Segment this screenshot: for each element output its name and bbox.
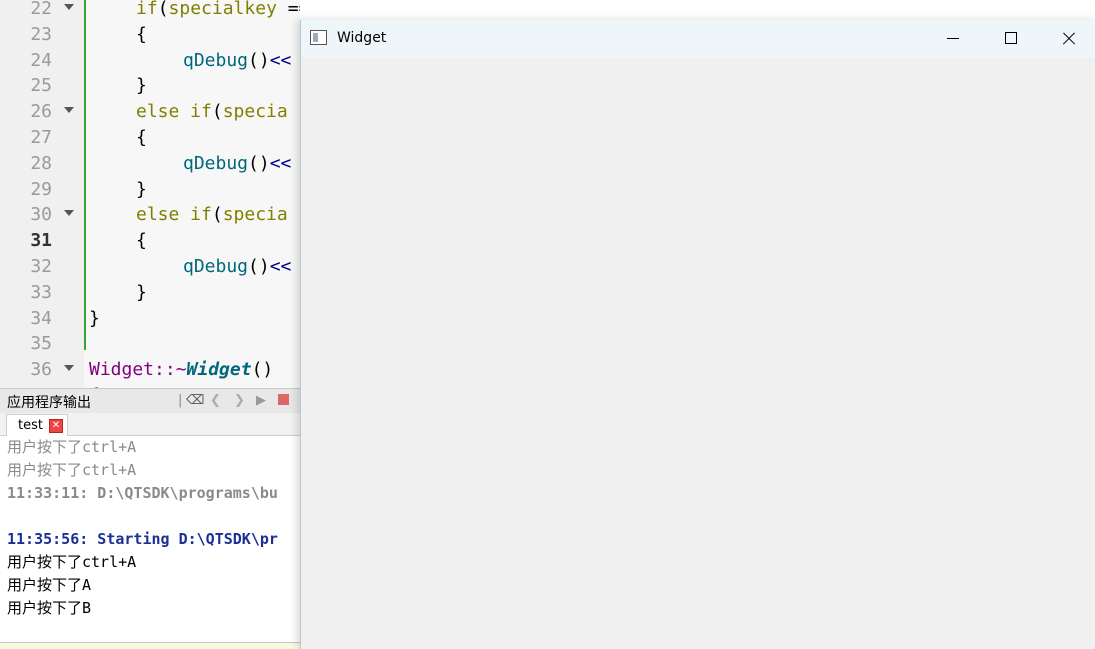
code-line[interactable]: 23 { (0, 22, 300, 48)
code-line[interactable]: 30 else if(specia (0, 202, 300, 228)
line-number: 26 (30, 101, 52, 123)
output-line: 用户按下了ctrl+A (7, 438, 137, 456)
line-number: 31 (30, 230, 52, 252)
code-line[interactable]: 22 if(specialkey == Qt::ControlModifier &… (0, 0, 300, 22)
code-line[interactable]: 24 qDebug()<< (0, 48, 300, 74)
close-window-button[interactable] (1039, 20, 1095, 58)
code-text: Widget::~Widget() (89, 359, 274, 381)
maximize-button[interactable] (981, 20, 1039, 58)
output-tab-bar: test ✕ (0, 413, 300, 436)
code-text: qDebug()<< (183, 49, 292, 71)
line-number: 22 (30, 0, 52, 19)
close-icon[interactable]: ✕ (48, 418, 63, 433)
window-titlebar[interactable]: Widget (301, 20, 1095, 58)
code-text: { (136, 230, 147, 252)
fold-arrow-icon[interactable] (64, 365, 74, 372)
line-number: 32 (30, 256, 52, 277)
code-text: qDebug()<< (183, 152, 292, 174)
code-text: else if(specia (136, 204, 288, 226)
separator-icon: | (178, 393, 183, 408)
tab-label: test (18, 418, 43, 433)
line-number: 34 (30, 307, 52, 329)
line-number: 25 (30, 75, 52, 97)
code-text: } (136, 75, 147, 97)
code-line[interactable]: 36 Widget::~Widget() (0, 357, 300, 383)
previous-icon[interactable]: ❮ (210, 393, 221, 408)
run-icon[interactable]: ▶ (256, 393, 266, 408)
code-text: } (136, 178, 147, 200)
code-line[interactable]: 29} (0, 177, 300, 203)
status-strip (0, 643, 300, 649)
code-text: } (136, 281, 147, 303)
output-line: 11:33:11: D:\QTSDK\programs\bu (7, 484, 278, 502)
tab-test[interactable]: test ✕ (6, 414, 68, 436)
code-line[interactable]: 33} (0, 280, 300, 306)
line-number: 27 (30, 127, 52, 148)
fold-arrow-icon[interactable] (64, 210, 74, 217)
output-log[interactable]: 用户按下了ctrl+A 用户按下了ctrl+A 11:33:11: D:\QTSDK… (0, 436, 300, 643)
code-editor[interactable]: 22 if(specialkey == Qt::ControlModifier &… (0, 0, 300, 388)
window-client-area[interactable] (301, 58, 1095, 649)
output-panel-header: 应用程序输出 | ⌫ ❮ ❯ ▶ (0, 388, 300, 414)
code-line[interactable]: 34} (0, 306, 300, 332)
code-text: } (89, 307, 100, 329)
line-number: 36 (30, 359, 52, 381)
code-line[interactable]: 32 qDebug()<< (0, 254, 300, 280)
output-line: 用户按下了ctrl+A (7, 553, 137, 571)
code-text: { (136, 127, 147, 148)
window-title: Widget (337, 30, 387, 46)
line-number: 23 (30, 23, 52, 45)
code-line[interactable]: 31 { (0, 228, 300, 254)
window-app-icon (310, 30, 327, 45)
code-line[interactable]: 27 { (0, 125, 300, 151)
line-number: 29 (30, 178, 52, 200)
clear-output-icon[interactable]: ⌫ (186, 393, 204, 408)
output-line: 用户按下了A (7, 576, 92, 594)
fold-arrow-icon[interactable] (64, 4, 74, 10)
output-panel-title: 应用程序输出 (7, 395, 91, 411)
fold-arrow-icon[interactable] (64, 107, 74, 114)
output-line: 用户按下了ctrl+A (7, 461, 137, 479)
line-number: 33 (30, 281, 52, 303)
code-text: { (136, 23, 147, 45)
code-line[interactable]: 28 qDebug()<< (0, 151, 300, 177)
next-icon[interactable]: ❯ (234, 393, 245, 408)
code-text: qDebug()<< (183, 256, 292, 277)
line-number: 24 (30, 49, 52, 71)
line-number: 30 (30, 204, 52, 226)
widget-window[interactable]: Widget (300, 20, 1095, 649)
line-number: 28 (30, 152, 52, 174)
output-line: 用户按下了B (7, 599, 92, 617)
code-text: else if(specia (136, 101, 288, 123)
code-line[interactable]: 26 else if(specia (0, 99, 300, 125)
code-line[interactable]: 25} (0, 73, 300, 99)
line-number: 35 (30, 333, 52, 355)
minimize-button[interactable] (923, 20, 981, 58)
code-line[interactable]: 35 (0, 331, 300, 357)
output-line: 11:35:56: Starting D:\QTSDK\pr (7, 530, 278, 548)
code-text: if(specialkey == Qt::ControlModifier && … (136, 0, 300, 19)
stop-icon[interactable] (278, 394, 289, 405)
